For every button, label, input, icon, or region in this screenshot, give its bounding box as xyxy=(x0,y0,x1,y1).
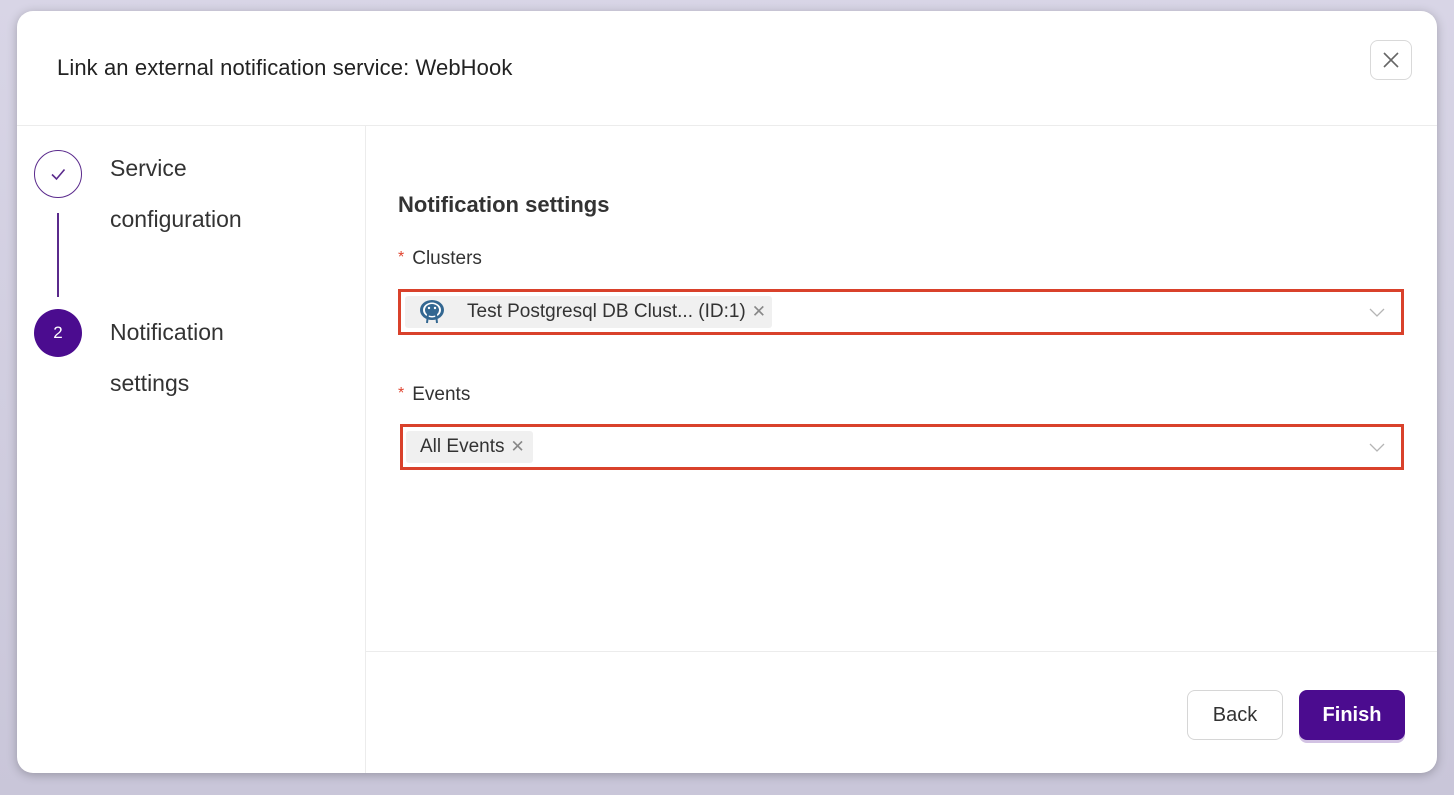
back-button[interactable]: Back xyxy=(1187,690,1283,740)
clusters-select[interactable]: Test Postgresql DB Clust... (ID:1) ✕ xyxy=(398,289,1404,335)
remove-cluster-icon[interactable]: ✕ xyxy=(752,302,766,322)
section-title: Notification settings xyxy=(398,192,610,217)
chevron-down-icon[interactable] xyxy=(1369,439,1385,455)
link-notification-dialog: Link an external notification service: W… xyxy=(17,11,1437,773)
step-label-line2: settings xyxy=(110,370,190,396)
clusters-label: * Clusters xyxy=(398,248,482,270)
required-marker: * xyxy=(398,385,405,402)
step-label-line1: Notification xyxy=(110,319,224,345)
finish-button[interactable]: Finish xyxy=(1299,690,1405,740)
required-marker: * xyxy=(398,249,405,266)
step-label: Notification settings xyxy=(110,307,310,409)
events-select[interactable]: All Events ✕ xyxy=(400,424,1404,470)
dialog-title: Link an external notification service: W… xyxy=(57,55,513,80)
step-label: Service configuration xyxy=(110,143,310,245)
dialog-header: Link an external notification service: W… xyxy=(17,11,1437,126)
checkmark-icon xyxy=(51,168,66,181)
step-connector xyxy=(57,213,59,297)
chevron-down-icon[interactable] xyxy=(1369,304,1385,320)
event-tag-text: All Events xyxy=(420,436,505,457)
step-completed-indicator xyxy=(34,150,82,198)
step-number-indicator: 2 xyxy=(34,309,82,357)
close-icon xyxy=(1383,52,1399,68)
cluster-tag: Test Postgresql DB Clust... (ID:1) ✕ xyxy=(405,296,772,328)
step-label-line2: configuration xyxy=(110,206,242,232)
postgresql-icon xyxy=(420,300,444,324)
event-tag: All Events ✕ xyxy=(406,431,533,463)
close-button[interactable] xyxy=(1370,40,1412,80)
cluster-tag-text: Test Postgresql DB Clust... (ID:1) xyxy=(467,301,746,322)
events-label-text: Events xyxy=(412,384,471,405)
clusters-label-text: Clusters xyxy=(412,248,482,269)
form-content: Notification settings * Clusters Test Pos… xyxy=(366,126,1437,652)
remove-event-icon[interactable]: ✕ xyxy=(510,437,524,457)
step-label-line1: Service xyxy=(110,155,187,181)
steps-sidebar: Service configuration 2 Notification set… xyxy=(17,126,366,773)
events-label: * Events xyxy=(398,384,470,406)
